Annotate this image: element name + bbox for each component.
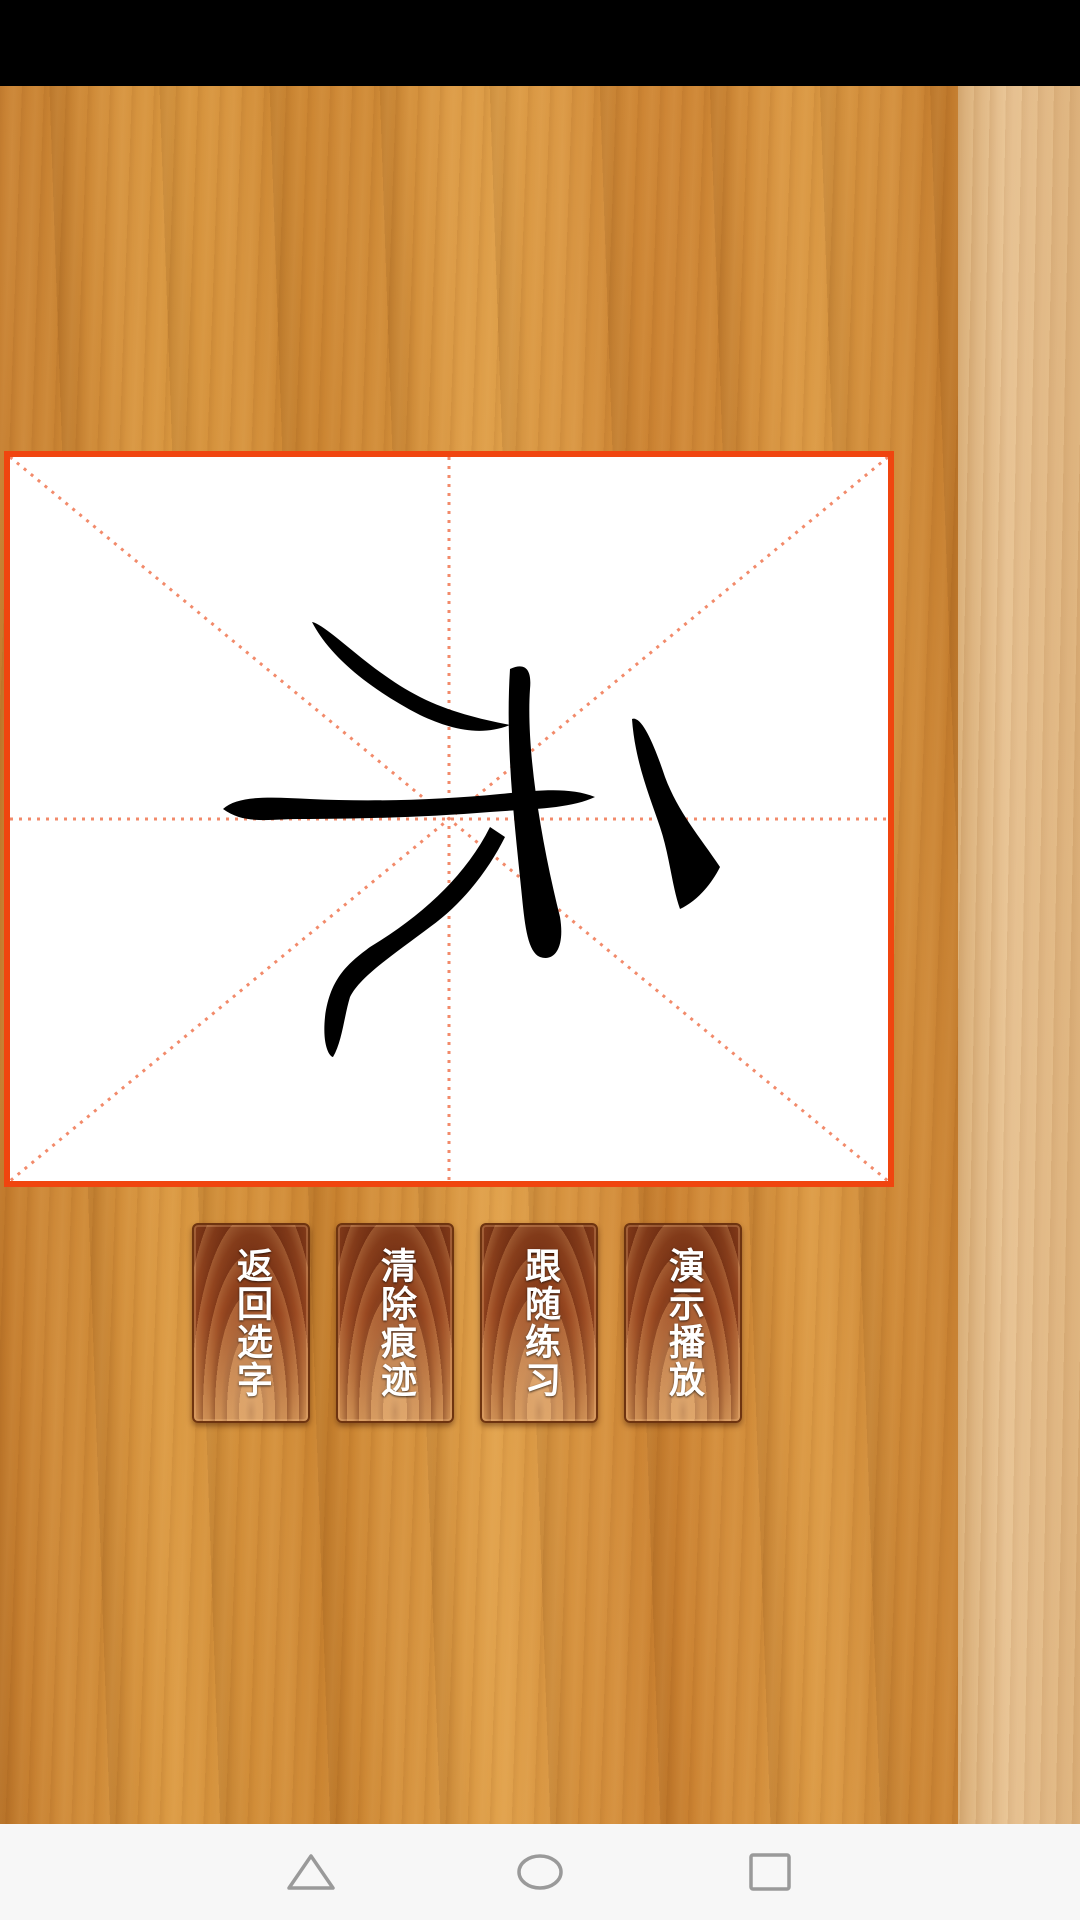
square-recent-icon: [749, 1853, 791, 1891]
stroke-pie-top: [312, 622, 510, 731]
nav-home-button[interactable]: [508, 1840, 572, 1904]
demo-play-button[interactable]: 演示播放: [624, 1223, 742, 1423]
stroke-dian: [632, 718, 720, 909]
follow-practice-label: 跟随练习: [519, 1247, 560, 1399]
demo-play-label: 演示播放: [663, 1247, 704, 1399]
stroke-heng: [223, 790, 595, 821]
stroke-pie-left: [324, 827, 505, 1057]
triangle-back-icon: [287, 1854, 335, 1890]
character-glyph: [223, 622, 720, 1057]
nav-recent-button[interactable]: [738, 1840, 802, 1904]
back-to-select-label: 返回选字: [231, 1247, 272, 1399]
clear-traces-button[interactable]: 清除痕迹: [336, 1223, 454, 1423]
nav-back-button[interactable]: [279, 1840, 343, 1904]
follow-practice-button[interactable]: 跟随练习: [480, 1223, 598, 1423]
writing-canvas[interactable]: [4, 451, 894, 1187]
clear-traces-label: 清除痕迹: [375, 1247, 416, 1399]
status-bar: [0, 0, 1080, 86]
wood-side-panel: [958, 86, 1080, 1824]
system-nav-bar: [0, 1824, 1080, 1920]
stroke-shu: [508, 666, 562, 958]
circle-home-icon: [517, 1854, 563, 1890]
back-to-select-button[interactable]: 返回选字: [192, 1223, 310, 1423]
